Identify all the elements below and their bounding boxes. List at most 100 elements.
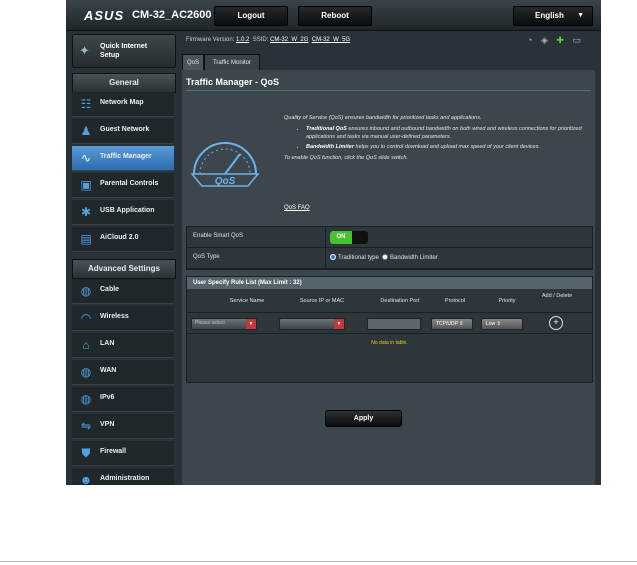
service-placeholder: Please select [195, 320, 225, 326]
model-name: CM-32_AC2600 [132, 9, 212, 21]
sidebar-item-label: AiCloud 2.0 [100, 234, 139, 241]
language-value: English [535, 11, 564, 20]
home-icon: ⌂ [82, 338, 90, 352]
bullet-traditional: Traditional QoS ensures inbound and outb… [306, 125, 584, 141]
sidebar-item-aicloud[interactable]: ▤ AiCloud 2.0 [72, 227, 174, 252]
top-bar: ASUS CM-32_AC2600 Logout Reboot English … [66, 0, 601, 31]
qos-toggle-switch[interactable]: ON [330, 231, 368, 244]
sidebar-item-network-map[interactable]: ☷ Network Map [72, 92, 174, 117]
switch-on-label: ON [330, 231, 352, 244]
sidebar-item-label: LAN [100, 340, 115, 347]
usb-icon[interactable]: ◈ [541, 35, 548, 45]
globe-icon: ◍ [80, 365, 92, 379]
traffic-manager-icon: ∿ [80, 151, 92, 165]
protocol-value: TCP/UDP [436, 321, 458, 327]
chevron-down-icon: ▼ [334, 319, 344, 329]
language-select[interactable]: English ▼ [513, 6, 593, 26]
logout-button[interactable]: Logout [214, 6, 288, 26]
general-section-header: General [72, 73, 176, 93]
network-map-icon: ☷ [80, 97, 92, 111]
sidebar-item-firewall[interactable]: ⛊ Firewall [72, 441, 174, 466]
enable-qos-label: Enable Smart QoS [193, 233, 244, 239]
asus-logo: ASUS [84, 8, 125, 23]
sidebar-item-ipv6[interactable]: ◍ IPv6 [72, 387, 174, 412]
col-protocol: Protocol [444, 298, 466, 304]
priority-value: Low [486, 321, 496, 327]
protocol-select[interactable]: TCP/UDP ⇕ [431, 318, 473, 330]
col-source: Source IP or MAC [299, 298, 345, 304]
page-title: Traffic Manager - QoS [186, 77, 280, 87]
reboot-button[interactable]: Reboot [298, 6, 372, 26]
title-divider [186, 90, 591, 91]
printer-icon[interactable]: ▭ [572, 35, 581, 45]
firmware-link[interactable]: 1.0.2 [236, 37, 249, 43]
ssid-5g: CM-32_W_5G [311, 37, 351, 43]
col-service-name: Service Name [229, 298, 265, 304]
advanced-section-header: Advanced Settings [72, 259, 176, 279]
qos-faq-link[interactable]: QoS FAQ [284, 205, 310, 211]
sidebar-item-traffic-manager[interactable]: ∿ Traffic Manager [72, 146, 174, 171]
sidebar-item-label: USB Application [100, 207, 155, 214]
col-priority: Priority [498, 298, 516, 304]
radio-traditional[interactable]: Traditional type [330, 254, 379, 261]
sidebar-item-administration[interactable]: ☻ Administration [72, 468, 174, 485]
vpn-icon: ⇋ [80, 419, 92, 433]
rule-list-table: User Specify Rule List (Max Limit : 32) … [186, 276, 593, 383]
shield-icon: ⛊ [81, 446, 91, 460]
sidebar-item-label: WAN [100, 367, 117, 374]
quick-setup-label: Quick Internet Setup [100, 43, 148, 59]
sidebar-item-parental-controls[interactable]: ▣ Parental Controls [72, 173, 174, 198]
sidebar-item-label: Guest Network [100, 126, 150, 133]
status-icons: ◔ ◈ ✚ ▭ [527, 35, 587, 46]
app-icon[interactable]: ◔ [527, 35, 532, 45]
quick-internet-setup-button[interactable]: ✦ Quick Internet Setup [72, 34, 176, 68]
sidebar-item-label: Traffic Manager [100, 153, 152, 160]
sidebar-item-usb-application[interactable]: ✱ USB Application [72, 200, 174, 225]
priority-select[interactable]: Low ⇕ [481, 318, 523, 330]
chevron-down-icon: ▼ [246, 319, 256, 329]
status-line: Firmware Version: 1.0.2 SSID: CM-32_W_2G… [186, 37, 350, 43]
service-name-select[interactable]: Please select ▼ [191, 318, 257, 330]
sidebar-item-guest-network[interactable]: ♟ Guest Network [72, 119, 174, 144]
enable-hint: To enable QoS function, click the QoS sl… [284, 155, 408, 161]
aicloud-icon: ▤ [80, 232, 92, 246]
parental-controls-icon: ▣ [80, 178, 92, 192]
magic-wand-icon: ✦ [79, 43, 90, 58]
chevron-down-icon: ▼ [577, 12, 584, 19]
rule-input-row: Please select ▼ ▼ TCP/UDP ⇕ Low ⇕ + [187, 313, 592, 334]
sidebar: ✦ Quick Internet Setup General ☷ Network… [72, 30, 176, 485]
qos-type-label: QoS Type [193, 254, 220, 260]
ssid-2g: CM-32_W_2G [270, 37, 309, 43]
sidebar-item-lan[interactable]: ⌂ LAN [72, 333, 174, 358]
router-admin-screenshot: ASUS CM-32_AC2600 Logout Reboot English … [66, 0, 601, 485]
sidebar-item-label: IPv6 [100, 394, 115, 401]
enable-qos-row: Enable Smart QoS ON [187, 227, 592, 248]
usb-application-icon: ✱ [80, 205, 92, 219]
sidebar-item-label: Administration [100, 475, 150, 482]
radio-bandwidth-limiter[interactable]: Bandwidth Limiter [382, 254, 438, 261]
sidebar-item-label: Parental Controls [100, 180, 159, 187]
sidebar-item-label: Firewall [100, 448, 127, 455]
apply-button[interactable]: Apply [325, 410, 402, 427]
no-data-message: No data in table. [187, 335, 592, 351]
qos-panel: Traffic Manager - QoS QoS Quality of Ser… [182, 70, 595, 485]
firmware-label: Firmware Version: [186, 37, 235, 43]
sidebar-item-vpn[interactable]: ⇋ VPN [72, 414, 174, 439]
source-ip-select[interactable]: ▼ [279, 318, 345, 330]
sidebar-item-label: Network Map [100, 99, 144, 106]
sidebar-item-wireless[interactable]: ◠ Wireless [72, 306, 174, 331]
ssid-label: SSID: [252, 37, 269, 43]
svg-text:QoS: QoS [215, 176, 236, 187]
sidebar-item-wan[interactable]: ◍ WAN [72, 360, 174, 385]
bullet-limiter: Bandwidth Limiter helps you to control d… [306, 143, 584, 151]
add-rule-button[interactable]: + [549, 316, 563, 330]
sidebar-item-cable[interactable]: ◍ Cable [72, 279, 174, 304]
qos-gauge-icon: QoS [190, 142, 260, 187]
sidebar-item-label: Cable [100, 286, 120, 293]
rule-column-headers: Service Name Source IP or MAC Destinatio… [187, 290, 592, 313]
destination-port-input[interactable] [367, 318, 421, 330]
globe-icon: ◍ [80, 392, 92, 406]
network-status-icon[interactable]: ✚ [556, 35, 564, 45]
qos-description: Quality of Service (QoS) ensures bandwid… [284, 114, 584, 165]
sidebar-item-label: Wireless [100, 313, 129, 320]
